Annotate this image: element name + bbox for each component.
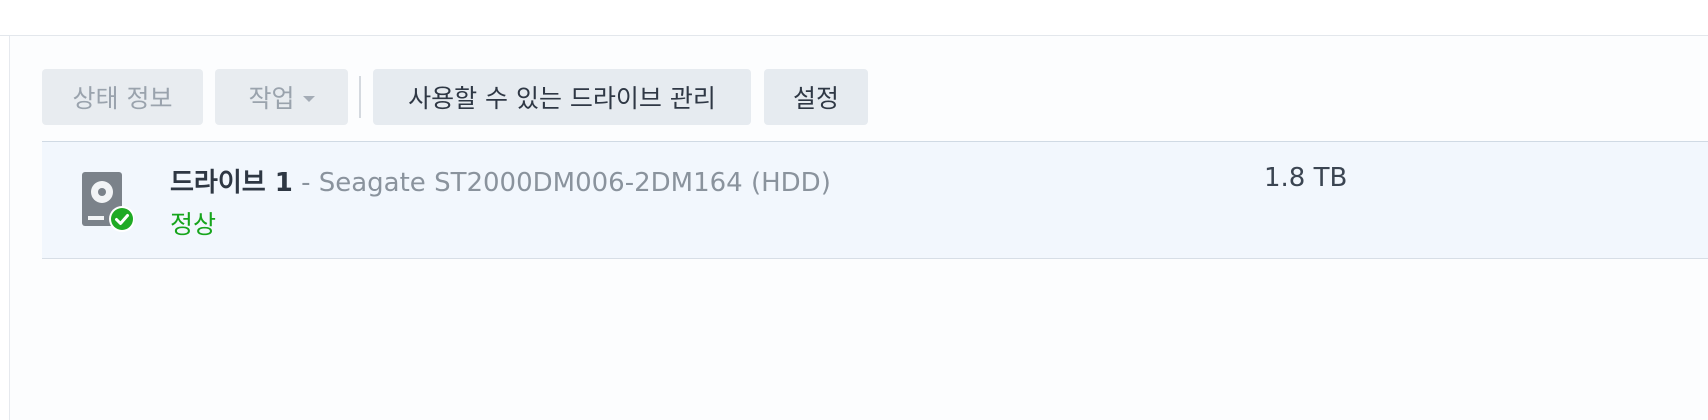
hdd-icon	[80, 172, 135, 232]
drive-model: - Seagate ST2000DM006-2DM164 (HDD)	[292, 168, 831, 198]
drive-status: 정상	[170, 210, 217, 239]
action-dropdown-button[interactable]: 작업	[215, 69, 348, 125]
manage-available-drives-button[interactable]: 사용할 수 있는 드라이브 관리	[373, 69, 751, 125]
status-info-button[interactable]: 상태 정보	[42, 69, 203, 125]
toolbar-separator	[359, 76, 361, 118]
manage-drives-label: 사용할 수 있는 드라이브 관리	[408, 84, 716, 113]
drive-size: 1.8 TB	[1264, 163, 1348, 193]
drive-title: 드라이브 1 - Seagate ST2000DM006-2DM164 (HDD…	[170, 162, 831, 199]
status-info-label: 상태 정보	[72, 84, 173, 113]
settings-button[interactable]: 설정	[764, 69, 868, 125]
action-label: 작업	[248, 84, 295, 113]
drive-name: 드라이브 1	[170, 168, 293, 198]
drive-list-item[interactable]: 드라이브 1 - Seagate ST2000DM006-2DM164 (HDD…	[42, 141, 1708, 259]
settings-label: 설정	[792, 84, 839, 113]
check-circle-icon	[109, 206, 135, 232]
caret-down-icon	[302, 95, 315, 102]
top-bar	[0, 0, 1708, 36]
